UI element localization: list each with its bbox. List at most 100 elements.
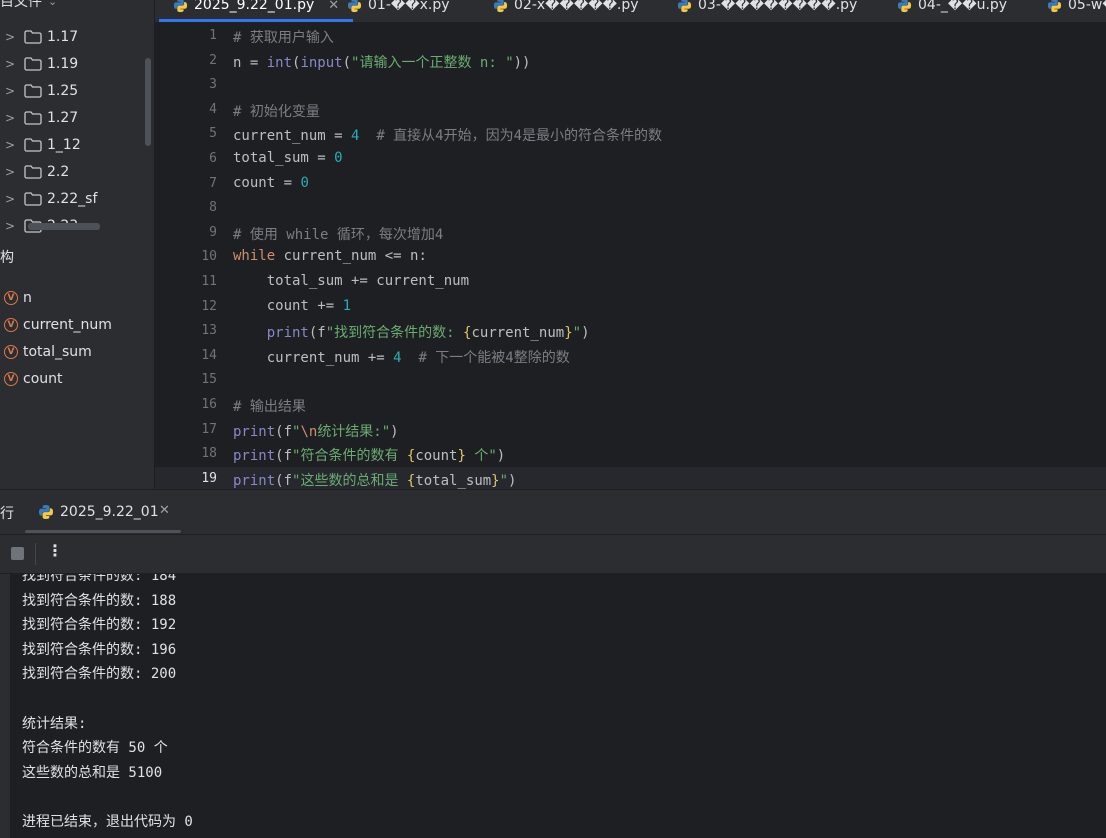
code-line[interactable]: # 初始化变量	[233, 101, 320, 121]
tab-6[interactable]: 05-w�	[1047, 0, 1106, 22]
python-icon	[493, 0, 508, 12]
console-line: 找到符合条件的数: 196	[22, 641, 177, 658]
line-number: 10	[201, 249, 217, 265]
code-line[interactable]: count += 1	[233, 298, 351, 314]
code-line[interactable]: # 输出结果	[233, 396, 306, 416]
chevron-right-icon[interactable]: >	[2, 30, 18, 44]
chevron-down-icon: ⌄	[48, 0, 58, 8]
chevron-right-icon[interactable]: >	[2, 57, 18, 71]
chevron-right-icon[interactable]: >	[2, 84, 18, 98]
run-title-label: 运行	[0, 506, 14, 522]
tree-item-label: 1_12	[47, 137, 81, 153]
tab-3[interactable]: 02-x�����.py	[493, 0, 639, 22]
folder-icon	[24, 138, 42, 152]
tab-5[interactable]: 04-_��u.py	[897, 0, 1007, 22]
line-number: 17	[201, 421, 217, 437]
line-number: 14	[201, 347, 217, 363]
console-line: 符合条件的数有 50 个	[22, 740, 168, 757]
tab-label: 03-��������.py	[698, 0, 858, 13]
tree-vertical-scrollbar[interactable]	[145, 58, 151, 146]
code-line[interactable]: print(f"\n统计结果:")	[233, 421, 399, 441]
structure-item[interactable]: Vcount	[4, 368, 63, 390]
code-editor[interactable]: 1 2 3 4 5 6 7 8 9 10 11 12 13 14 15 16 17 18 19 # 获取用户输入 n …	[155, 23, 1106, 491]
code-line[interactable]: print(f"这些数的总和是 {total_sum}")	[233, 470, 516, 490]
console-line: 统计结果:	[22, 715, 87, 732]
run-config-tab-label: 2025_9.22_01	[60, 504, 159, 520]
run-toolbar: ⋮	[0, 535, 1106, 574]
python-icon	[347, 0, 362, 12]
line-number: 19	[201, 470, 217, 486]
console-output[interactable]: 找到符合条件的数: 184 找到符合条件的数: 188 找到符合条件的数: 192 找…	[10, 574, 1106, 838]
chevron-right-icon[interactable]: >	[2, 138, 18, 152]
tree-item[interactable]: >1.25	[0, 78, 78, 104]
tab-1[interactable]: 2025_9.22_01.py ✕	[158, 0, 354, 22]
more-options-icon[interactable]: ⋮	[47, 541, 63, 560]
code-line[interactable]: # 获取用户输入	[233, 27, 334, 47]
line-number-gutter: 1 2 3 4 5 6 7 8 9 10 11 12 13 14 15 16 17 18 19	[155, 23, 217, 489]
tree-item-label: 2.22_sf	[47, 191, 98, 207]
tree-item[interactable]: >1.17	[0, 24, 78, 50]
code-line[interactable]: # 使用 while 循环，每次增加4	[233, 224, 443, 244]
close-icon[interactable]: ✕	[159, 503, 170, 518]
tree-item-label: 2.2	[47, 164, 70, 180]
stop-icon[interactable]	[11, 547, 24, 560]
console-line: 找到符合条件的数: 192	[22, 617, 177, 634]
chevron-right-icon[interactable]: >	[2, 165, 18, 179]
code-line[interactable]: current_num += 4 # 下一个能被4整除的数	[233, 347, 570, 367]
run-config-tab[interactable]: 2025_9.22_01	[38, 500, 159, 524]
structure-title-label: 结构	[0, 250, 14, 266]
python-icon	[39, 505, 53, 519]
code-line[interactable]: n = int(input("请输入一个正整数 n: "))	[233, 52, 530, 72]
tree-item-label: 1.17	[47, 29, 79, 45]
line-number: 12	[201, 298, 217, 314]
tab-4[interactable]: 03-��������.py	[677, 0, 857, 22]
variable-icon: V	[4, 345, 18, 359]
code-line[interactable]: print(f"符合条件的数有 {count} 个")	[233, 445, 505, 465]
project-files-header[interactable]: 项目文件 ⌄	[0, 0, 57, 10]
chevron-right-icon[interactable]: >	[2, 192, 18, 206]
tree-item[interactable]: >2.2	[0, 159, 69, 185]
line-number: 16	[201, 397, 217, 412]
code-line[interactable]: total_sum = 0	[233, 150, 343, 166]
folder-icon	[24, 84, 42, 98]
tree-item[interactable]: >1.27	[0, 105, 78, 131]
close-icon[interactable]: ✕	[328, 0, 339, 13]
structure-item[interactable]: Vtotal_sum	[4, 341, 92, 363]
python-icon	[897, 0, 912, 12]
tab-2[interactable]: 01-��x.py	[347, 0, 449, 22]
console-line: 进程已结束，退出代码为 0	[22, 814, 193, 830]
run-panel-header: 运行 2025_9.22_01 ✕	[0, 490, 1106, 535]
code-line[interactable]: print(f"找到符合条件的数: {current_num}")	[233, 322, 590, 342]
code-line[interactable]: count = 0	[233, 175, 309, 191]
editor-tab-bar: 2025_9.22_01.py ✕ 01-��x.py 02-x�����.py 03-…	[155, 0, 1106, 23]
code-line[interactable]: current_num = 4 # 直接从4开始，因为4是最小的符合条件的数	[233, 125, 662, 145]
line-number: 7	[209, 175, 217, 191]
tab-label: 01-��x.py	[368, 0, 450, 13]
chevron-right-icon[interactable]: >	[2, 111, 18, 125]
code-line[interactable]: while current_num <= n:	[233, 248, 427, 264]
folder-icon	[24, 111, 42, 125]
tree-item[interactable]: >2.22_sf	[0, 186, 97, 212]
chevron-right-icon[interactable]: >	[2, 219, 18, 233]
structure-item[interactable]: Vn	[4, 287, 32, 309]
folder-icon	[24, 30, 42, 44]
structure-item-label: total_sum	[23, 344, 92, 360]
tab-label: 04-_��u.py	[918, 0, 1008, 13]
line-number: 4	[209, 101, 217, 117]
folder-icon	[24, 165, 42, 179]
tree-item[interactable]: >1_12	[0, 132, 81, 158]
project-files-label: 项目文件	[0, 0, 42, 10]
variable-icon: V	[4, 291, 18, 305]
variable-icon: V	[4, 372, 18, 386]
tree-item[interactable]: >1.19	[0, 51, 78, 77]
line-number: 3	[209, 77, 217, 93]
toolbar-divider	[35, 543, 36, 565]
tree-horizontal-scrollbar[interactable]	[28, 223, 100, 230]
folder-icon	[24, 192, 42, 206]
folder-icon	[24, 57, 42, 71]
code-line[interactable]: total_sum += current_num	[233, 273, 469, 289]
structure-item-label: count	[23, 371, 63, 387]
structure-item[interactable]: Vcurrent_num	[4, 314, 112, 336]
line-number: 13	[201, 323, 217, 339]
tree-item-label: 1.27	[47, 110, 79, 126]
